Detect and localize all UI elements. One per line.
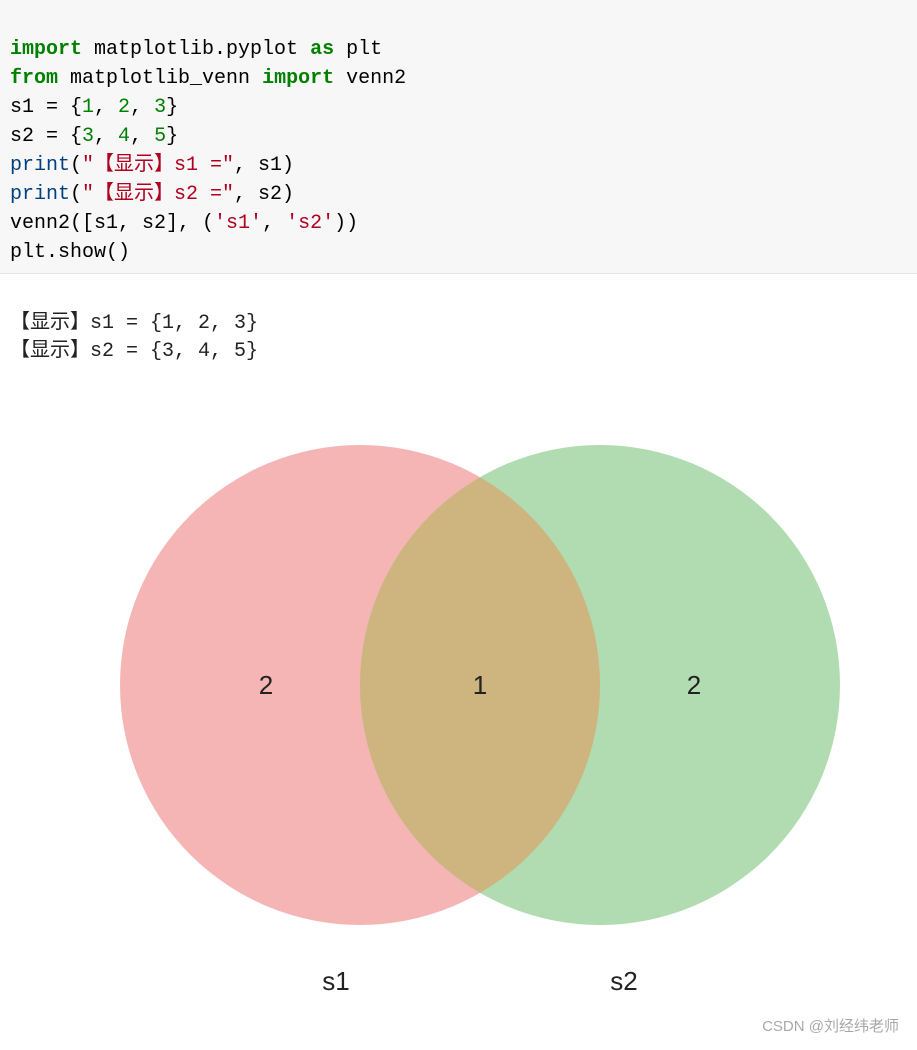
code-line-5: print("【显示】s1 =", s1): [10, 154, 294, 177]
output-line-1: 【显示】s1 = {1, 2, 3}: [10, 312, 258, 335]
venn-count-mid: 1: [473, 670, 487, 700]
venn-chart: 2 1 2 s1 s2 CSDN @刘经纬老师: [0, 370, 917, 1050]
code-line-4: s2 = {3, 4, 5}: [10, 125, 178, 148]
venn-svg: 2 1 2 s1 s2: [0, 370, 917, 1050]
num-literal: 1: [82, 96, 94, 119]
comma: ,: [130, 96, 154, 119]
str-literal: 's2': [286, 212, 334, 235]
brace-close: }: [166, 125, 178, 148]
kw-from: from: [10, 67, 58, 90]
str-literal: "【显示】s1 =": [82, 154, 234, 177]
num-literal: 3: [82, 125, 94, 148]
kw-import: import: [262, 67, 334, 90]
venn-label-s1: s1: [322, 966, 349, 996]
plt-show: plt.show(): [10, 241, 130, 264]
comma: ,: [94, 125, 118, 148]
assign-s1: s1 = {: [10, 96, 82, 119]
comma: ,: [130, 125, 154, 148]
num-literal: 3: [154, 96, 166, 119]
import-name: venn2: [334, 67, 406, 90]
fn-print: print: [10, 154, 70, 177]
comma: ,: [262, 212, 286, 235]
code-line-1: import matplotlib.pyplot as plt: [10, 38, 382, 61]
code-line-6: print("【显示】s2 =", s2): [10, 183, 294, 206]
code-cell: import matplotlib.pyplot as plt from mat…: [0, 0, 917, 274]
alias-name: plt: [334, 38, 382, 61]
code-line-8: plt.show(): [10, 241, 130, 264]
venn-label-s2: s2: [610, 966, 637, 996]
str-literal: 's1': [214, 212, 262, 235]
module-name: matplotlib.pyplot: [82, 38, 310, 61]
fn-print: print: [10, 183, 70, 206]
paren-close: )): [334, 212, 358, 235]
output-line-2: 【显示】s2 = {3, 4, 5}: [10, 340, 258, 363]
str-literal: "【显示】s2 =": [82, 183, 234, 206]
code-line-3: s1 = {1, 2, 3}: [10, 96, 178, 119]
paren: (: [70, 183, 82, 206]
paren: (: [70, 154, 82, 177]
num-literal: 5: [154, 125, 166, 148]
venn2-call: venn2([s1, s2], (: [10, 212, 214, 235]
module-name: matplotlib_venn: [58, 67, 262, 90]
venn-count-right: 2: [687, 670, 701, 700]
args-rest: , s1): [234, 154, 294, 177]
args-rest: , s2): [234, 183, 294, 206]
assign-s2: s2 = {: [10, 125, 82, 148]
num-literal: 4: [118, 125, 130, 148]
stdout-output: 【显示】s1 = {1, 2, 3} 【显示】s2 = {3, 4, 5}: [0, 274, 917, 370]
code-line-7: venn2([s1, s2], ('s1', 's2')): [10, 212, 358, 235]
comma: ,: [94, 96, 118, 119]
venn-count-left: 2: [259, 670, 273, 700]
kw-import: import: [10, 38, 82, 61]
code-line-2: from matplotlib_venn import venn2: [10, 67, 406, 90]
num-literal: 2: [118, 96, 130, 119]
brace-close: }: [166, 96, 178, 119]
watermark: CSDN @刘经纬老师: [762, 1015, 899, 1036]
kw-as: as: [310, 38, 334, 61]
